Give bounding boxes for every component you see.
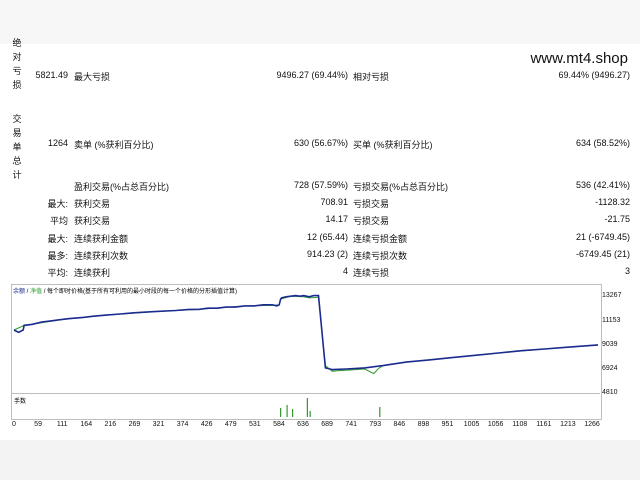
x-tick-label: 269 <box>128 421 141 428</box>
x-tick-label: 321 <box>152 421 165 428</box>
x-tick-label: 1108 <box>512 421 528 428</box>
legend-description: / 每个即时价格(基于所有可利用的最小时段的每一个价格的分形插值计算) <box>42 289 238 295</box>
x-tick-label: 898 <box>417 421 430 428</box>
volume-subwindow <box>11 393 600 419</box>
volume-label: 手数 <box>14 399 27 405</box>
y-tick-label: 6924 <box>602 365 618 372</box>
x-tick-label: 374 <box>176 421 189 428</box>
x-tick-label: 584 <box>273 421 285 428</box>
x-tick-label: 0 <box>12 421 16 428</box>
x-tick-label: 689 <box>321 421 333 428</box>
x-tick-label: 636 <box>297 421 309 428</box>
x-tick-label: 1161 <box>536 421 552 428</box>
x-tick-label: 1056 <box>487 421 504 428</box>
x-tick-label: 164 <box>80 421 93 428</box>
x-tick-label: 111 <box>56 421 68 428</box>
y-tick-label: 13267 <box>602 292 622 299</box>
y-tick-label: 4810 <box>602 389 618 396</box>
x-tick-label: 216 <box>104 421 117 428</box>
y-tick-label: 11153 <box>602 317 621 324</box>
x-tick-label: 846 <box>393 421 406 428</box>
legend-balance: 余额 <box>13 289 26 295</box>
x-tick-label: 479 <box>224 421 237 428</box>
x-tick-label: 1213 <box>560 421 576 428</box>
x-tick-label: 793 <box>369 421 382 428</box>
y-tick-label: 9039 <box>602 341 618 348</box>
equity-line <box>13 295 599 375</box>
x-tick-label: 426 <box>200 421 213 428</box>
x-tick-label: 531 <box>248 421 261 428</box>
x-tick-label: 59 <box>34 421 42 428</box>
x-tick-label: 951 <box>441 421 454 428</box>
x-tick-label: 1005 <box>463 421 480 428</box>
x-tick-label: 741 <box>345 421 357 428</box>
chart-legend: 余额 / 净值 / 每个即时价格(基于所有可利用的最小时段的每一个价格的分形插值… <box>13 286 237 295</box>
x-tick-label: 1266 <box>584 421 600 428</box>
bottom-area <box>0 440 640 480</box>
legend-equity: 净值 <box>30 289 43 295</box>
balance-line <box>13 294 599 371</box>
